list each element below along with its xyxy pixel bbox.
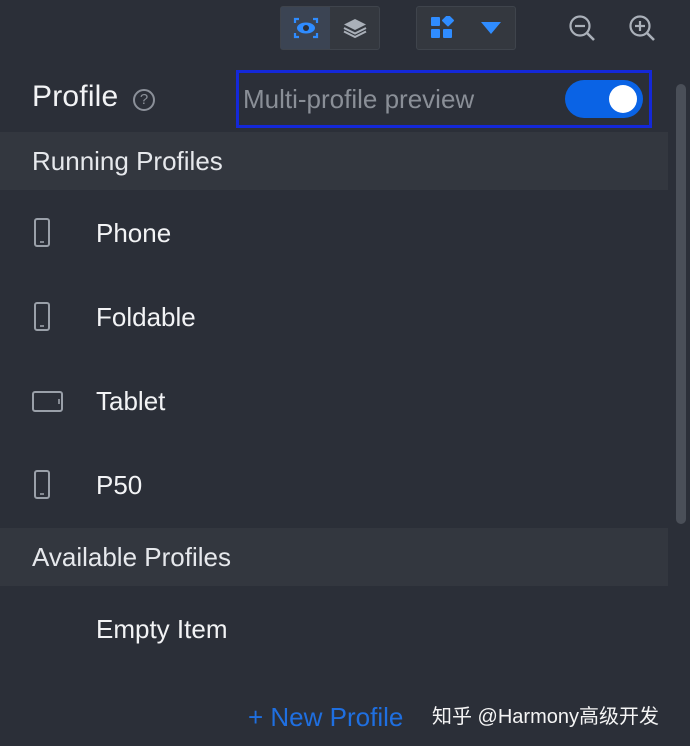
toolbar <box>0 0 690 62</box>
panel-header: Profile ? Multi-profile preview <box>0 62 668 134</box>
zoom-in-icon <box>629 15 655 41</box>
zoom-out-icon <box>569 15 595 41</box>
grid-blocks-icon <box>430 16 454 38</box>
view-mode-group <box>280 6 380 50</box>
layout-button[interactable] <box>417 7 466 49</box>
available-empty-item: Empty Item <box>0 588 668 672</box>
phone-icon <box>34 218 50 247</box>
eye-scan-button[interactable] <box>281 7 330 49</box>
profile-item-p50[interactable]: P50 <box>0 444 668 528</box>
section-running-profiles: Running Profiles <box>0 132 668 190</box>
layout-group <box>416 6 516 50</box>
triangle-down-icon <box>480 22 501 34</box>
section-title: Running Profiles <box>32 146 223 176</box>
profile-panel: Profile ? Multi-profile preview Running … <box>0 62 668 746</box>
phone-icon <box>34 470 50 499</box>
phone-icon <box>34 302 50 331</box>
profile-item-foldable[interactable]: Foldable <box>0 276 668 360</box>
multi-profile-preview-control: Multi-profile preview <box>236 70 652 128</box>
layout-dropdown-button[interactable] <box>466 7 515 49</box>
profile-item-tablet[interactable]: Tablet <box>0 360 668 444</box>
watermark: 知乎 @Harmony高级开发 <box>432 706 659 728</box>
profile-item-label: Phone <box>96 218 172 248</box>
eye-scan-icon <box>293 17 318 39</box>
zoom-out-button[interactable] <box>566 12 598 44</box>
multi-profile-preview-toggle[interactable] <box>565 80 643 118</box>
section-title: Available Profiles <box>32 542 231 572</box>
tablet-icon <box>32 391 63 412</box>
toggle-knob <box>609 85 637 113</box>
empty-item-label: Empty Item <box>96 614 228 644</box>
profile-item-phone[interactable]: Phone <box>0 192 668 276</box>
panel-title: Profile <box>32 80 119 113</box>
profile-item-label: P50 <box>96 470 143 500</box>
layers-icon <box>343 19 366 39</box>
layers-button[interactable] <box>330 7 379 49</box>
zoom-in-button[interactable] <box>626 12 658 44</box>
new-profile-link[interactable]: + New Profile <box>248 702 403 733</box>
profile-item-label: Foldable <box>96 302 196 332</box>
multi-profile-preview-label: Multi-profile preview <box>243 84 475 114</box>
panel-scrollbar[interactable] <box>676 84 686 524</box>
help-icon[interactable]: ? <box>133 89 155 111</box>
section-available-profiles: Available Profiles <box>0 528 668 586</box>
profile-item-label: Tablet <box>96 386 166 416</box>
